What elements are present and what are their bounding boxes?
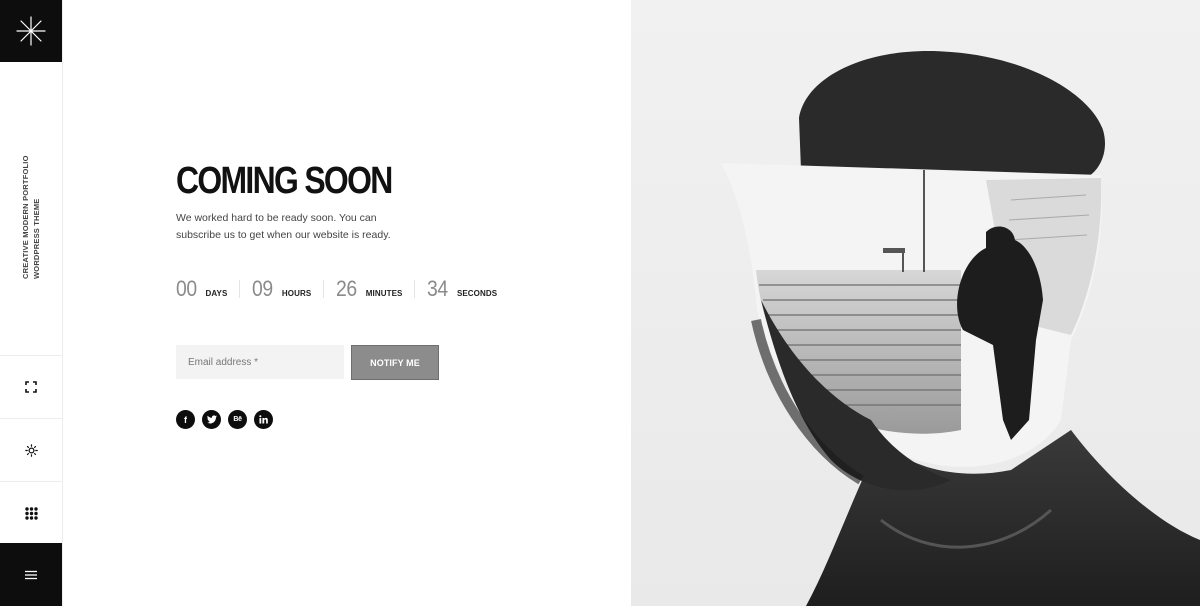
countdown-divider xyxy=(414,280,416,298)
sidebar: CREATIVE MODERN PORTFOLIO WORDPRESS THEM… xyxy=(0,0,63,606)
countdown-days-value: 00 xyxy=(176,276,197,301)
countdown-days-label: DAYS xyxy=(205,289,228,298)
grid-dots-icon xyxy=(24,506,38,520)
countdown-days: 00 DAYS xyxy=(176,276,227,302)
countdown-divider xyxy=(323,280,325,298)
linkedin-link[interactable] xyxy=(254,410,273,429)
countdown-seconds-label: SECONDS xyxy=(456,289,498,298)
twitter-bird-icon xyxy=(206,415,217,424)
menu-button[interactable] xyxy=(0,543,62,606)
theme-toggle-button[interactable] xyxy=(0,418,62,481)
apps-grid-button[interactable] xyxy=(0,481,62,544)
asterisk-logo-icon xyxy=(16,16,46,46)
social-links: f Bē xyxy=(176,410,273,429)
countdown-hours-value: 09 xyxy=(252,276,274,301)
double-exposure-portrait-image xyxy=(631,0,1200,606)
sidebar-tagline-line2: WORDPRESS THEME xyxy=(32,198,41,279)
countdown-minutes: 26 MINUTES xyxy=(336,276,402,302)
fullscreen-button[interactable] xyxy=(0,355,62,418)
behance-icon: Bē xyxy=(233,416,242,423)
countdown-minutes-label: MINUTES xyxy=(365,289,403,298)
countdown-hours: 09 HOURS xyxy=(252,276,311,302)
countdown-minutes-value: 26 xyxy=(336,276,357,301)
countdown-timer: 00 DAYS 09 HOURS 26 MINUTES 34 SECONDS xyxy=(176,276,497,302)
linkedin-icon xyxy=(259,415,268,424)
sidebar-tagline-line1: CREATIVE MODERN PORTFOLIO xyxy=(21,155,30,279)
twitter-link[interactable] xyxy=(202,410,221,429)
email-field[interactable] xyxy=(176,345,344,379)
countdown-seconds: 34 SECONDS xyxy=(427,276,497,302)
behance-link[interactable]: Bē xyxy=(228,410,247,429)
page-subtitle: We worked hard to be ready soon. You can… xyxy=(176,212,391,241)
countdown-divider xyxy=(239,280,241,298)
hamburger-menu-icon xyxy=(25,570,37,579)
countdown-hours-label: HOURS xyxy=(281,289,312,298)
countdown-seconds-value: 34 xyxy=(427,276,449,301)
facebook-icon: f xyxy=(184,414,187,425)
sidebar-tagline-area: CREATIVE MODERN PORTFOLIO WORDPRESS THEM… xyxy=(0,62,62,356)
hero-photo xyxy=(631,0,1200,606)
fullscreen-icon xyxy=(25,381,37,393)
sidebar-tagline: CREATIVE MODERN PORTFOLIO WORDPRESS THEM… xyxy=(20,155,42,279)
page-title: COMING SOON xyxy=(176,160,393,202)
notify-me-button[interactable]: NOTIFY ME xyxy=(351,345,439,380)
sun-icon xyxy=(24,443,38,457)
facebook-link[interactable]: f xyxy=(176,410,195,429)
logo[interactable] xyxy=(0,0,62,62)
